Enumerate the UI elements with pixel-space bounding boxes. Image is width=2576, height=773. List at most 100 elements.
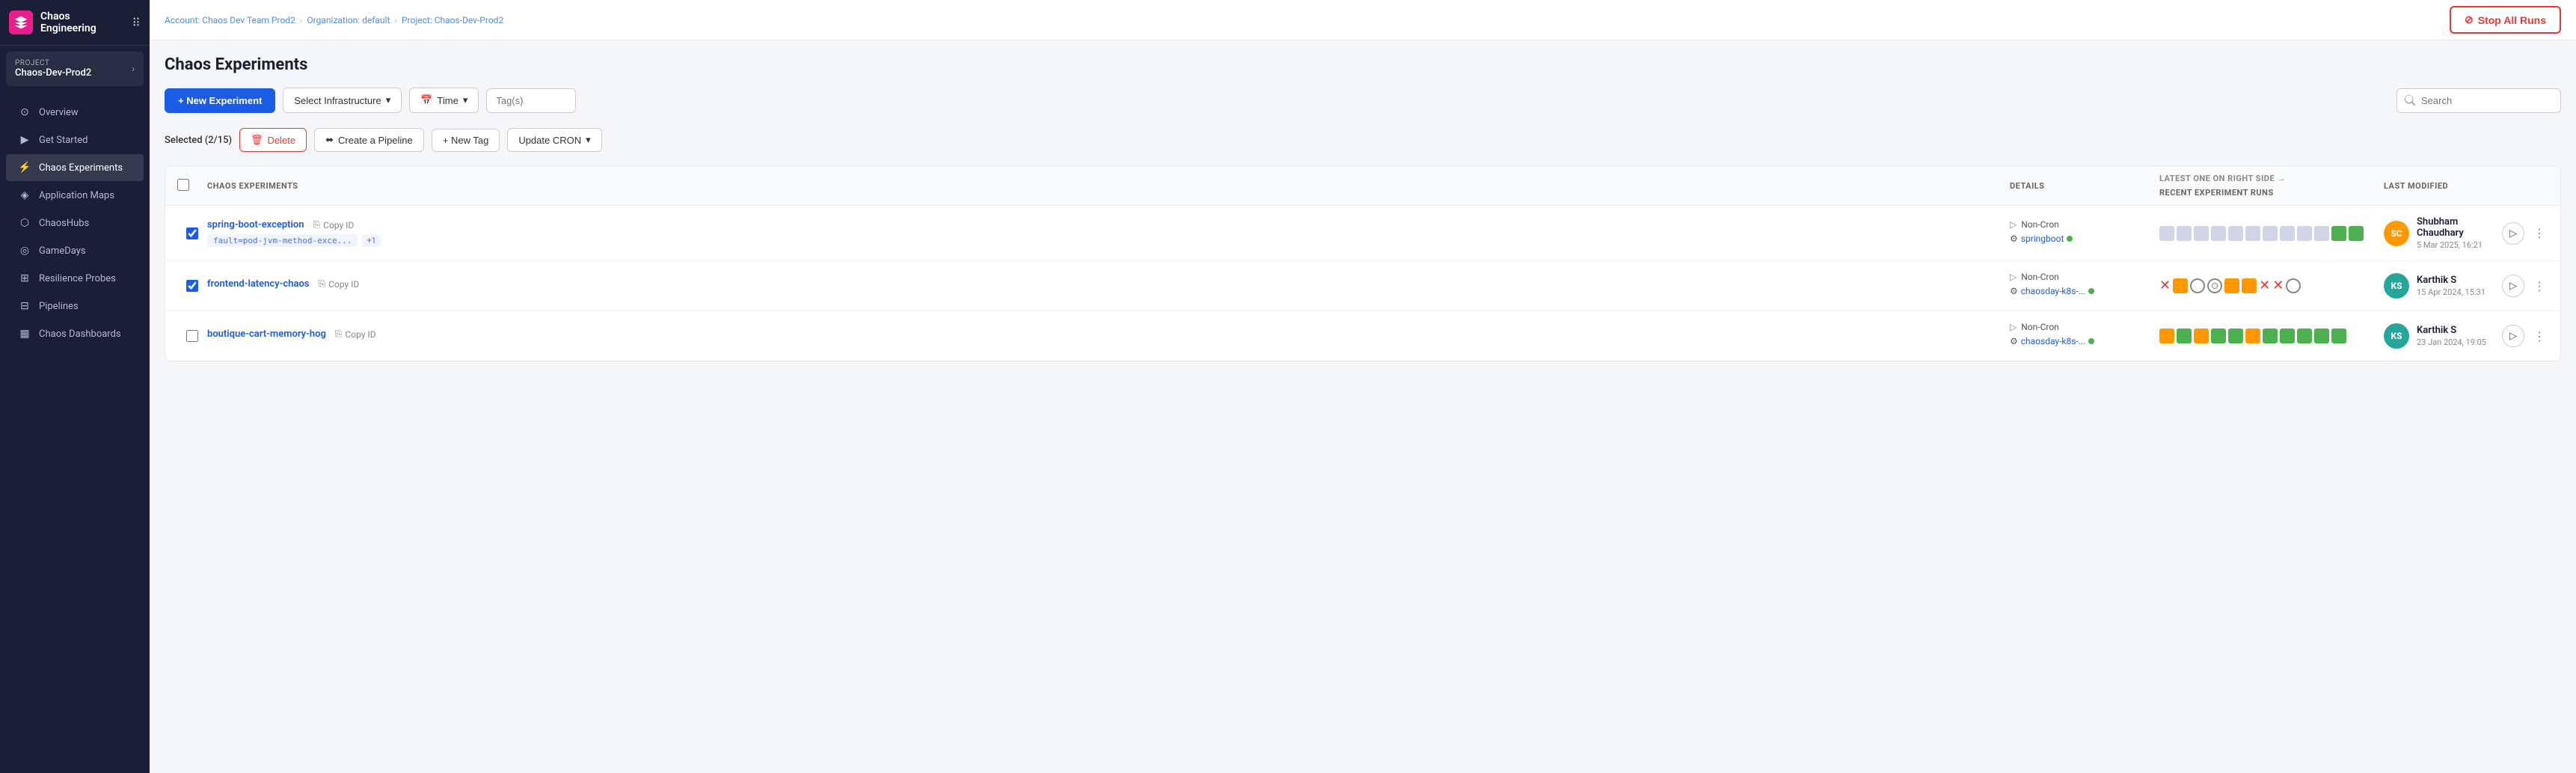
run-icon-x: ✕: [2272, 278, 2284, 293]
row2-modifier-info: Karthik S 15 Apr 2024, 15:31: [2417, 275, 2485, 297]
row2-avatar: KS: [2384, 273, 2409, 299]
probe-icon: ⊞: [18, 272, 31, 284]
row3-actions: ▷ ⋮: [2502, 325, 2548, 347]
row1-avatar: SC: [2384, 221, 2409, 246]
stop-all-runs-button[interactable]: ⊘ Stop All Runs: [2450, 6, 2561, 34]
select-infrastructure-button[interactable]: Select Infrastructure ▾: [283, 88, 402, 113]
sidebar-item-label: GameDays: [39, 245, 86, 257]
row1-infra-status-dot: [2067, 236, 2073, 242]
row2-modifier-name: Karthik S: [2417, 275, 2485, 286]
infra-icon: ⚙: [2010, 233, 2018, 244]
project-selector[interactable]: PROJECT Chaos-Dev-Prod2 ›: [6, 52, 144, 86]
chaos-icon: ⚡: [18, 162, 31, 174]
sidebar-item-label: Overview: [39, 107, 79, 118]
sidebar-item-chaos-experiments[interactable]: ⚡ Chaos Experiments: [6, 154, 144, 181]
top-bar: Account: Chaos Dev Team Prod2 › Organiza…: [150, 0, 2576, 40]
update-cron-button[interactable]: Update CRON ▾: [507, 128, 601, 152]
row3-play-button[interactable]: ▷: [2502, 325, 2524, 347]
delete-button[interactable]: 🗑 Delete: [239, 128, 307, 152]
experiments-column-header: CHAOS EXPERIMENTS: [207, 181, 2010, 191]
sidebar-item-chaos-dashboards[interactable]: ▦ Chaos Dashboards: [6, 320, 144, 347]
sidebar-item-application-maps[interactable]: ◈ Application Maps: [6, 182, 144, 209]
row1-detail-cron: ▷ Non-Cron: [2010, 219, 2159, 230]
select-all-checkbox[interactable]: [177, 179, 189, 191]
row1-copy-id[interactable]: ⎘ Copy ID: [313, 219, 355, 230]
new-tag-button[interactable]: + New Tag: [432, 129, 500, 152]
run-bar: [2331, 226, 2346, 241]
run-icon-x: ✕: [2259, 278, 2270, 293]
row1-play-button[interactable]: ▷: [2502, 222, 2524, 245]
map-icon: ◈: [18, 189, 31, 201]
sidebar-item-gamedays[interactable]: ◎ GameDays: [6, 237, 144, 264]
sidebar-item-get-started[interactable]: ▶ Get Started: [6, 126, 144, 153]
row1-runs-cell: [2159, 226, 2384, 241]
chevron-right-icon: ›: [132, 64, 135, 74]
breadcrumb-org[interactable]: Organization: default: [307, 15, 390, 25]
recent-runs-label: latest one on right side →: [2159, 174, 2384, 183]
row3-infra-link[interactable]: chaosday-k8s-...: [2021, 336, 2085, 346]
run-bar: [2245, 329, 2260, 343]
sidebar-item-overview[interactable]: ⊙ Overview: [6, 99, 144, 126]
tags-input[interactable]: [486, 88, 576, 113]
grid-icon[interactable]: ⠿: [132, 16, 141, 30]
run-bar: [2331, 329, 2346, 343]
selection-bar: Selected (2/15) 🗑 Delete ⬌ Create a Pipe…: [165, 123, 2561, 156]
row3-avatar: KS: [2384, 323, 2409, 349]
row1-experiment-name[interactable]: spring-boot-exception: [207, 219, 304, 230]
row2-modifier-date: 15 Apr 2024, 15:31: [2417, 287, 2485, 297]
row3-infra-status-dot: [2088, 338, 2094, 344]
sidebar-item-label: Resilience Probes: [39, 273, 116, 284]
table-row: frontend-latency-chaos ⎘ Copy ID ▷ Non-C…: [165, 261, 2560, 311]
row1-checkbox-cell: [177, 227, 207, 239]
run-bar: [2280, 329, 2295, 343]
row1-tag-chip[interactable]: fault=pod-jvm-method-exce...: [207, 234, 358, 247]
create-pipeline-button[interactable]: ⬌ Create a Pipeline: [314, 128, 424, 152]
run-bar: [2194, 329, 2209, 343]
project-label: PROJECT: [15, 59, 91, 67]
time-filter-button[interactable]: 📅 Time ▾: [409, 88, 479, 113]
sidebar-item-label: Pipelines: [39, 301, 79, 312]
stop-icon: ⊘: [2465, 13, 2474, 26]
gameday-icon: ◎: [18, 245, 31, 257]
sidebar-item-pipelines[interactable]: ⊟ Pipelines: [6, 293, 144, 320]
row1-checkbox[interactable]: [186, 227, 198, 239]
run-bar: [2224, 278, 2239, 293]
row3-copy-id[interactable]: ⎘ Copy ID: [335, 329, 376, 340]
sidebar-item-chaoshubs[interactable]: ⬡ ChaosHubs: [6, 210, 144, 236]
sidebar-item-label: ChaosHubs: [39, 218, 89, 229]
run-bar: [2228, 329, 2243, 343]
row3-checkbox[interactable]: [186, 330, 198, 342]
row2-play-button[interactable]: ▷: [2502, 275, 2524, 297]
row3-experiment-cell: boutique-cart-memory-hog ⎘ Copy ID: [207, 329, 2010, 343]
breadcrumb-account[interactable]: Account: Chaos Dev Team Prod2: [165, 15, 295, 25]
run-bar: [2297, 329, 2312, 343]
row2-actions: ▷ ⋮: [2502, 275, 2548, 297]
row2-experiment-name[interactable]: frontend-latency-chaos: [207, 278, 310, 290]
run-bar: [2314, 226, 2329, 241]
row1-infra-link[interactable]: springboot: [2021, 233, 2064, 244]
row2-infra-link[interactable]: chaosday-k8s-...: [2021, 286, 2085, 296]
page-title: Chaos Experiments: [165, 55, 2561, 74]
copy-icon: ⎘: [313, 219, 321, 230]
app-logo: [9, 10, 33, 34]
run-circle-outline: [2190, 278, 2205, 293]
play-icon: ▷: [2010, 219, 2017, 230]
sidebar-item-resilience-probes[interactable]: ⊞ Resilience Probes: [6, 265, 144, 292]
row2-copy-id[interactable]: ⎘ Copy ID: [319, 278, 360, 290]
row2-checkbox[interactable]: [186, 280, 198, 292]
search-input[interactable]: [2396, 88, 2561, 113]
new-experiment-button[interactable]: + New Experiment: [165, 88, 275, 113]
infra-icon: ⚙: [2010, 286, 2018, 296]
infra-icon: ⚙: [2010, 336, 2018, 346]
sidebar-item-label: Chaos Dashboards: [39, 329, 121, 340]
row3-experiment-name[interactable]: boutique-cart-memory-hog: [207, 329, 326, 340]
breadcrumb-project[interactable]: Project: Chaos-Dev-Prod2: [402, 15, 503, 25]
row2-detail-infra: ⚙ chaosday-k8s-...: [2010, 286, 2159, 296]
row2-more-button[interactable]: ⋮: [2530, 276, 2548, 296]
row1-more-button[interactable]: ⋮: [2530, 223, 2548, 243]
run-bar: [2159, 226, 2174, 241]
sidebar-item-label: Get Started: [39, 135, 88, 146]
row3-more-button[interactable]: ⋮: [2530, 326, 2548, 346]
row1-tag-more[interactable]: +1: [362, 234, 380, 247]
run-bar: [2228, 226, 2243, 241]
